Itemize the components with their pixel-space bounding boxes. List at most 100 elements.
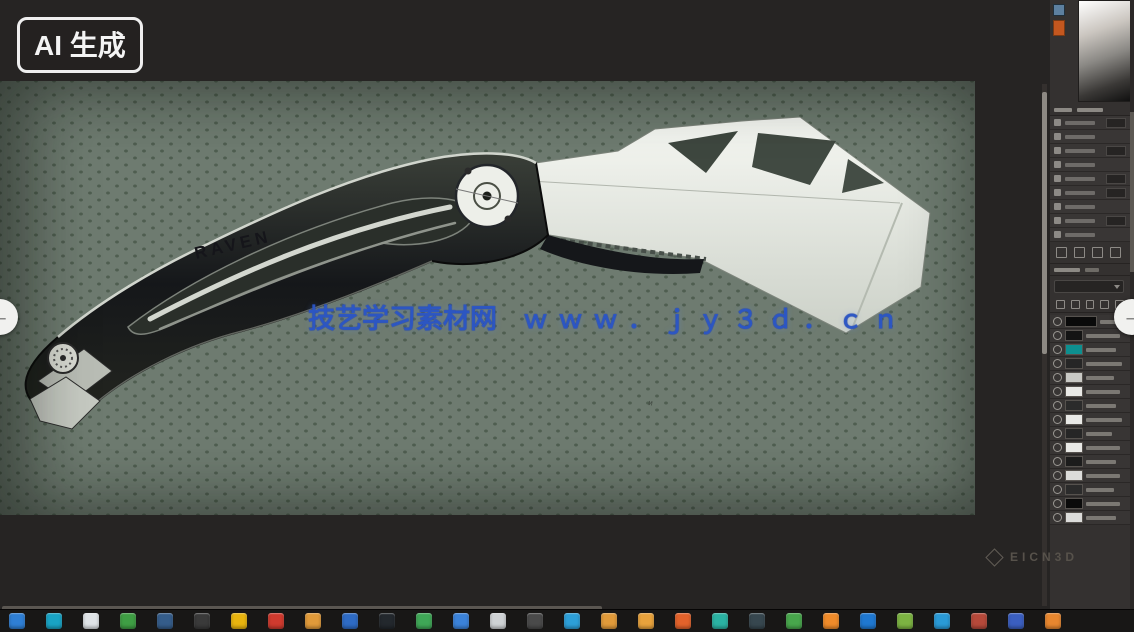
app-blue-2-icon[interactable] [453, 613, 469, 629]
view-mode-buttons [1050, 242, 1130, 264]
app-blue-4-icon[interactable] [934, 613, 950, 629]
panel-row-field[interactable] [1106, 146, 1126, 156]
app-dark-2-icon[interactable] [527, 613, 543, 629]
layer-row[interactable] [1050, 469, 1130, 483]
app-orange-2-icon[interactable] [823, 613, 839, 629]
layer-thumbnail [1065, 498, 1083, 509]
layer-row[interactable] [1050, 385, 1130, 399]
foreground-color-swatch[interactable] [1053, 20, 1065, 36]
panel-row[interactable] [1050, 214, 1130, 228]
layer-row[interactable] [1050, 455, 1130, 469]
eye-icon[interactable] [1053, 387, 1062, 396]
app-green-2-icon[interactable] [897, 613, 913, 629]
lock-position-icon[interactable] [1086, 300, 1095, 309]
layer-label [1086, 474, 1120, 478]
eye-icon[interactable] [1053, 471, 1062, 480]
vertical-scrollbar-thumb[interactable] [1042, 92, 1047, 354]
app-slate-icon[interactable] [749, 613, 765, 629]
eye-icon[interactable] [1053, 513, 1062, 522]
eye-icon[interactable] [1053, 499, 1062, 508]
layer-row[interactable] [1050, 413, 1130, 427]
panel-row-field[interactable] [1106, 118, 1126, 128]
blend-mode-select[interactable] [1054, 280, 1124, 293]
panel-row[interactable] [1050, 172, 1130, 186]
eye-icon[interactable] [1053, 345, 1062, 354]
grid-view-icon[interactable] [1056, 247, 1067, 258]
layer-row[interactable] [1050, 399, 1130, 413]
panel-row[interactable] [1050, 228, 1130, 242]
folder-orange-icon[interactable] [305, 613, 321, 629]
color-picker-gradient[interactable] [1078, 0, 1134, 102]
lock-transparent-icon[interactable] [1056, 300, 1065, 309]
panel-header [1050, 104, 1130, 116]
photoshop-blue-icon[interactable] [564, 613, 580, 629]
folder-orange-2-icon[interactable] [601, 613, 617, 629]
split-view-icon[interactable] [1092, 247, 1103, 258]
steam-blue-icon[interactable] [157, 613, 173, 629]
app-blue-icon[interactable] [342, 613, 358, 629]
eye-icon[interactable] [1053, 373, 1062, 382]
app-green-icon[interactable] [786, 613, 802, 629]
app-teal-2-icon[interactable] [712, 613, 728, 629]
eye-icon[interactable] [1053, 317, 1062, 326]
panel-row-field[interactable] [1106, 174, 1126, 184]
panel-row-field[interactable] [1106, 216, 1126, 226]
layer-row[interactable] [1050, 371, 1130, 385]
layer-label [1086, 334, 1120, 338]
eye-icon[interactable] [1053, 401, 1062, 410]
eye-icon[interactable] [1053, 443, 1062, 452]
chrome-green-icon[interactable] [416, 613, 432, 629]
layer-row[interactable] [1050, 427, 1130, 441]
panel-row[interactable] [1050, 158, 1130, 172]
app-orange-3-icon[interactable] [1045, 613, 1061, 629]
app-gray-icon[interactable] [490, 613, 506, 629]
eye-icon[interactable] [1053, 415, 1062, 424]
detail-view-icon[interactable] [1110, 247, 1121, 258]
layer-label [1086, 418, 1122, 422]
panel-row[interactable] [1050, 130, 1130, 144]
layer-row[interactable] [1050, 483, 1130, 497]
app-light-icon[interactable] [83, 613, 99, 629]
eye-icon[interactable] [1053, 331, 1062, 340]
lock-pixels-icon[interactable] [1071, 300, 1080, 309]
github-dark-icon[interactable] [379, 613, 395, 629]
layer-thumbnail [1065, 414, 1083, 425]
panel-scrollbar-thumb[interactable] [1130, 112, 1134, 272]
eye-icon[interactable] [1053, 359, 1062, 368]
panel-row[interactable] [1050, 144, 1130, 158]
lock-artboard-icon[interactable] [1100, 300, 1109, 309]
app-dark-icon[interactable] [194, 613, 210, 629]
panel-row[interactable] [1050, 116, 1130, 130]
app-brown-icon[interactable] [971, 613, 987, 629]
panel-row-icon [1054, 189, 1061, 196]
app-indigo-icon[interactable] [1008, 613, 1024, 629]
panel-tool-icon[interactable] [1053, 4, 1065, 16]
app-red-icon[interactable] [268, 613, 284, 629]
canvas-image: RAVEN ᴎ 技艺学习素材网 ｗｗｗ．ｊｙ３ｄ．ｃｎ [0, 81, 975, 515]
app-orange-icon[interactable] [675, 613, 691, 629]
layer-row[interactable] [1050, 329, 1130, 343]
layer-row[interactable] [1050, 343, 1130, 357]
panel-row-field[interactable] [1106, 188, 1126, 198]
panel-row-label [1065, 219, 1095, 223]
layer-row[interactable] [1050, 441, 1130, 455]
plant-green-icon[interactable] [120, 613, 136, 629]
eye-icon[interactable] [1053, 485, 1062, 494]
logo-text: EICN3D [1010, 550, 1078, 564]
panel-rows [1050, 116, 1130, 242]
layer-row[interactable] [1050, 497, 1130, 511]
layer-row[interactable] [1050, 357, 1130, 371]
panel-row[interactable] [1050, 186, 1130, 200]
layer-row[interactable] [1050, 511, 1130, 525]
browser-blue-icon[interactable] [9, 613, 25, 629]
eye-icon[interactable] [1053, 429, 1062, 438]
panel-row[interactable] [1050, 200, 1130, 214]
eye-icon[interactable] [1053, 457, 1062, 466]
panel-row-label [1065, 177, 1095, 181]
app-teal-icon[interactable] [46, 613, 62, 629]
app-blue-3-icon[interactable] [860, 613, 876, 629]
app-yellow-icon[interactable] [231, 613, 247, 629]
vertical-scrollbar[interactable] [1042, 84, 1047, 606]
folder-orange-3-icon[interactable] [638, 613, 654, 629]
list-view-icon[interactable] [1074, 247, 1085, 258]
